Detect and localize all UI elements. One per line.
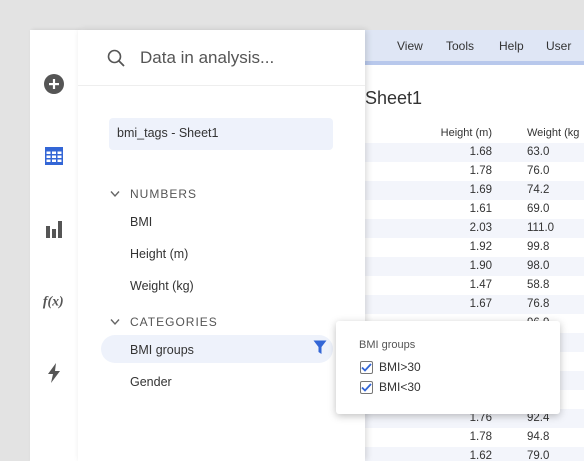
numbers-group-label: NUMBERS bbox=[130, 187, 198, 201]
chevron-down-icon bbox=[110, 319, 120, 326]
height-cell: 1.68 bbox=[469, 146, 492, 158]
field-weight[interactable]: Weight (kg) bbox=[130, 279, 194, 293]
weight-cell: 69.0 bbox=[527, 203, 550, 215]
search-bar bbox=[78, 30, 365, 86]
field-bmi[interactable]: BMI bbox=[130, 215, 152, 229]
menu-item-user[interactable]: User bbox=[546, 39, 571, 53]
filter-popup-title: BMI groups bbox=[359, 339, 416, 351]
weight-cell: 98.0 bbox=[527, 260, 550, 272]
weight-cell: 58.8 bbox=[527, 279, 550, 291]
checkmark-icon bbox=[361, 382, 372, 392]
chevron-down-icon bbox=[110, 191, 120, 198]
weight-cell: 76.0 bbox=[527, 165, 550, 177]
height-cell: 2.03 bbox=[469, 222, 492, 234]
height-cell: 1.78 bbox=[469, 431, 492, 443]
weight-cell: 99.8 bbox=[527, 241, 550, 253]
height-cell: 1.47 bbox=[469, 279, 492, 291]
search-input[interactable] bbox=[140, 46, 350, 70]
data-source-selector[interactable]: bmi_tags - Sheet1 bbox=[109, 118, 333, 150]
weight-cell: 79.0 bbox=[527, 450, 550, 461]
height-cell: 1.62 bbox=[469, 450, 492, 461]
weight-cell: 76.8 bbox=[527, 298, 550, 310]
search-icon bbox=[107, 49, 125, 72]
numbers-group-header[interactable]: NUMBERS bbox=[110, 187, 197, 201]
column-header-weight[interactable]: Weight (kg bbox=[527, 127, 584, 139]
add-icon[interactable] bbox=[42, 72, 66, 96]
categories-group-label: CATEGORIES bbox=[130, 315, 218, 329]
bar-chart-icon[interactable] bbox=[42, 217, 66, 241]
field-height[interactable]: Height (m) bbox=[130, 247, 188, 261]
weight-cell: 111.0 bbox=[527, 222, 555, 234]
menu-item-tools[interactable]: Tools bbox=[446, 39, 474, 53]
filter-popup: BMI groups BMI>30 BMI<30 bbox=[336, 321, 560, 414]
checkbox[interactable] bbox=[360, 380, 373, 394]
table-icon[interactable] bbox=[42, 144, 66, 168]
filter-option-bmi-over-30[interactable]: BMI>30 bbox=[360, 360, 421, 374]
filter-option-label: BMI<30 bbox=[379, 380, 421, 394]
height-cell: 1.61 bbox=[469, 203, 492, 215]
icon-rail: f(x) bbox=[30, 30, 78, 461]
filter-option-label: BMI>30 bbox=[379, 360, 421, 374]
fx-icon[interactable]: f(x) bbox=[42, 289, 66, 313]
svg-text:f(x): f(x) bbox=[43, 294, 64, 310]
field-bmi-groups[interactable]: BMI groups bbox=[130, 343, 194, 357]
height-cell: 1.67 bbox=[469, 298, 492, 310]
column-header-height[interactable]: Height (m) bbox=[392, 127, 492, 139]
menu-item-view[interactable]: View bbox=[397, 39, 423, 53]
categories-group-header[interactable]: CATEGORIES bbox=[110, 315, 218, 329]
checkbox[interactable] bbox=[360, 360, 373, 374]
weight-cell: 63.0 bbox=[527, 146, 550, 158]
menu-item-help[interactable]: Help bbox=[499, 39, 524, 53]
weight-cell: 74.2 bbox=[527, 184, 550, 196]
data-in-analysis-panel: bmi_tags - Sheet1 NUMBERS BMI Height (m)… bbox=[78, 30, 365, 461]
height-cell: 1.90 bbox=[469, 260, 492, 272]
checkmark-icon bbox=[361, 362, 372, 372]
height-cell: 1.78 bbox=[469, 165, 492, 177]
lightning-icon[interactable] bbox=[42, 361, 66, 385]
field-gender[interactable]: Gender bbox=[130, 375, 172, 389]
filter-icon[interactable] bbox=[313, 340, 327, 360]
height-cell: 1.69 bbox=[469, 184, 492, 196]
height-cell: 1.92 bbox=[469, 241, 492, 253]
filter-option-bmi-under-30[interactable]: BMI<30 bbox=[360, 380, 421, 394]
weight-cell: 94.8 bbox=[527, 431, 550, 443]
